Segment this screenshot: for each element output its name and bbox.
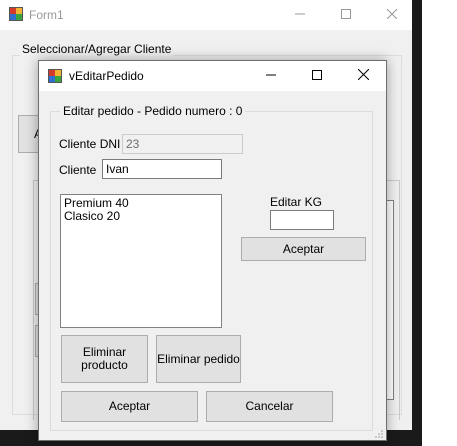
editar-pedido-dialog: vEditarPedido Editar pedido - Pedido num…: [38, 60, 387, 441]
aceptar-kg-label: Aceptar: [282, 241, 325, 256]
eliminar-producto-label: Eliminar producto: [81, 345, 128, 372]
background-minimize-button[interactable]: [277, 0, 323, 30]
minimize-icon: [266, 69, 276, 83]
app-icon: [48, 69, 62, 83]
cliente-field[interactable]: Ivan: [102, 159, 222, 179]
app-icon: [9, 7, 23, 21]
close-icon: [357, 68, 369, 83]
background-maximize-button[interactable]: [323, 0, 369, 30]
dialog-minimize-button[interactable]: [248, 61, 294, 91]
resize-grip-icon[interactable]: [374, 428, 384, 438]
background-window-title: Form1: [29, 8, 64, 22]
background-right-listbox: [386, 200, 394, 400]
list-item[interactable]: Clasico 20: [64, 210, 218, 223]
cliente-label: Cliente: [59, 163, 97, 177]
dialog-title: vEditarPedido: [69, 69, 144, 83]
maximize-icon: [312, 69, 322, 83]
background-close-button[interactable]: [369, 0, 415, 30]
eliminar-pedido-label: Eliminar pedido: [157, 351, 240, 366]
dialog-close-button[interactable]: [340, 61, 386, 91]
dialog-titlebar: vEditarPedido: [39, 61, 386, 91]
eliminar-pedido-button[interactable]: Eliminar pedido: [156, 335, 241, 383]
editar-kg-label: Editar KG: [270, 195, 323, 209]
aceptar-label: Aceptar: [108, 399, 151, 413]
cliente-dni-label: Cliente DNI: [59, 137, 121, 151]
background-titlebar: Form1: [0, 0, 420, 30]
close-icon: [386, 8, 398, 22]
eliminar-producto-button[interactable]: Eliminar producto: [61, 335, 148, 383]
maximize-icon: [341, 8, 351, 22]
editar-pedido-group-label: Editar pedido - Pedido numero : 0: [60, 104, 246, 118]
desktop-edge-right: [412, 0, 422, 446]
cancelar-label: Cancelar: [245, 399, 294, 413]
productos-listbox[interactable]: Premium 40 Clasico 20: [60, 194, 222, 328]
aceptar-kg-button[interactable]: Aceptar: [241, 237, 366, 261]
cancelar-button[interactable]: Cancelar: [206, 391, 333, 422]
cliente-dni-field[interactable]: 23: [122, 134, 243, 154]
editar-kg-field[interactable]: [270, 210, 334, 230]
dialog-maximize-button[interactable]: [294, 61, 340, 91]
background-group-label: Seleccionar/Agregar Cliente: [20, 42, 174, 56]
minimize-icon: [295, 8, 305, 22]
aceptar-button[interactable]: Aceptar: [61, 391, 198, 422]
